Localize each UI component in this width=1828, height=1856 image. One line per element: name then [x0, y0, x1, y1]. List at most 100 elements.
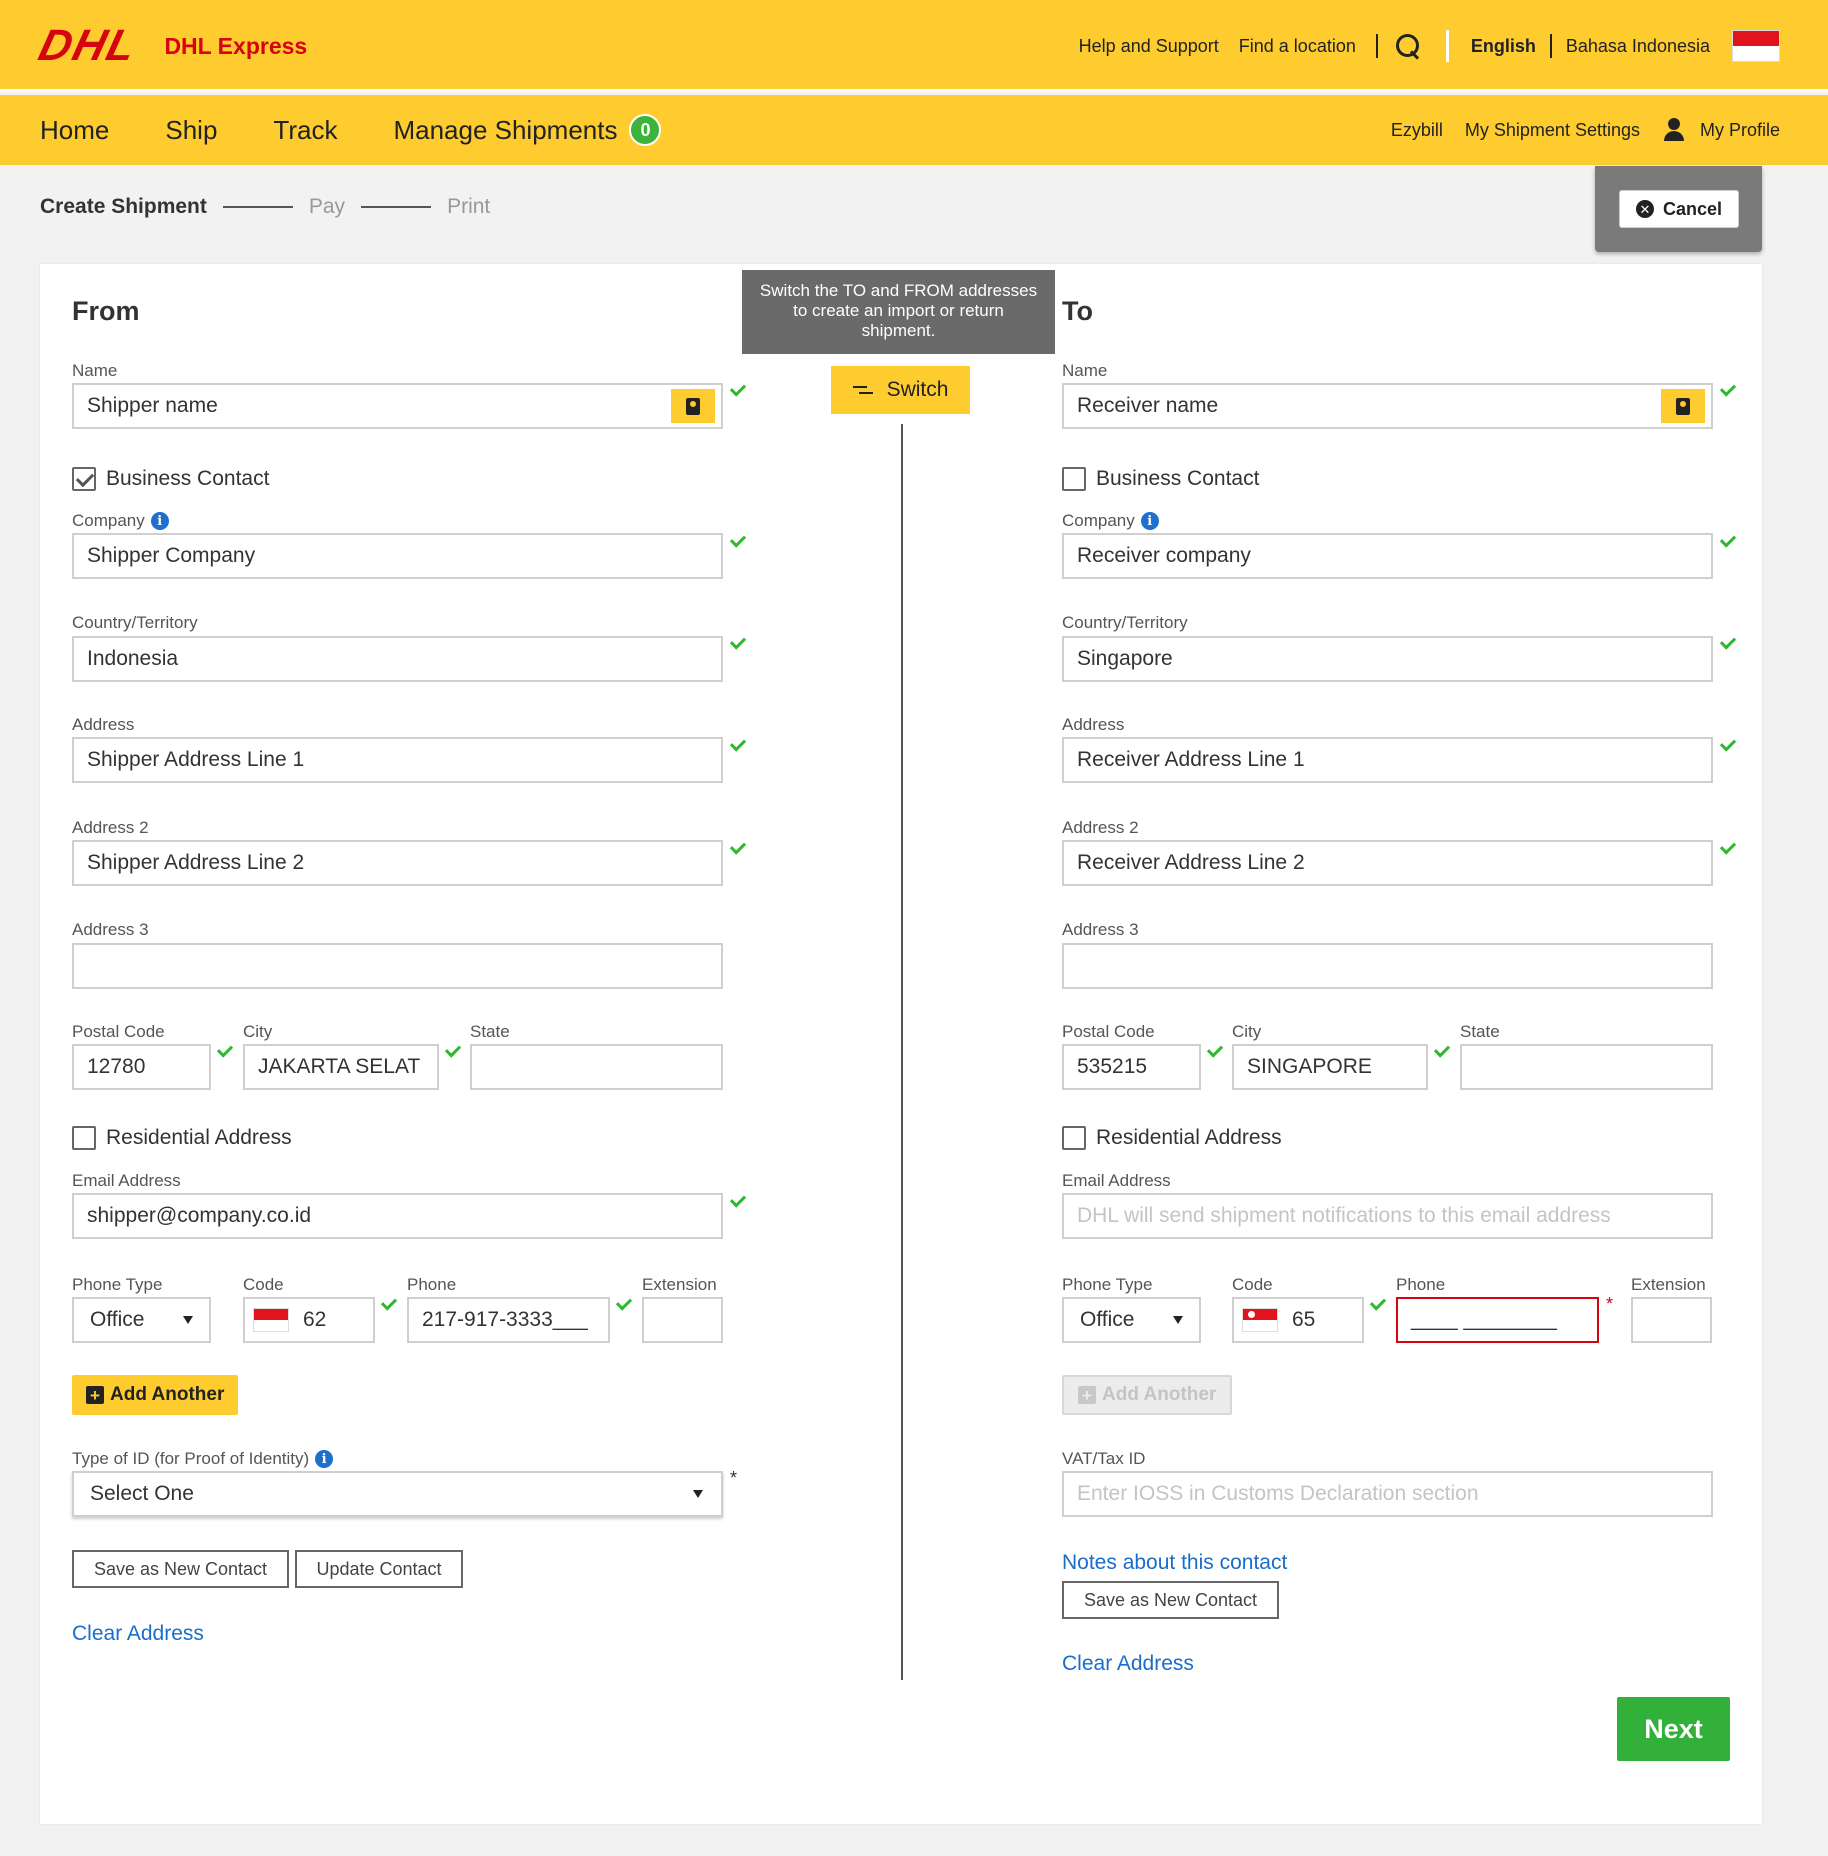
from-residential[interactable]: Residential Address [72, 1126, 292, 1150]
to-code-input[interactable]: 65 [1232, 1297, 1364, 1343]
to-postal-input[interactable]: 535215 [1062, 1044, 1201, 1090]
to-add-another-button[interactable]: + Add Another [1062, 1375, 1233, 1415]
cancel-panel: ✕ Cancel [1595, 166, 1762, 252]
from-name-input[interactable]: Shipper name [72, 383, 723, 429]
from-country-input[interactable]: Indonesia [72, 636, 723, 682]
from-address1-input[interactable]: Shipper Address Line 1 [72, 737, 723, 783]
from-phone-label: Phone [407, 1275, 457, 1294]
from-clear-address-link[interactable]: Clear Address [72, 1622, 204, 1646]
from-business-contact[interactable]: Business Contact [72, 467, 269, 491]
switch-label: Switch [886, 378, 949, 401]
from-id-type-select[interactable]: Select One [72, 1471, 723, 1517]
to-state-input[interactable] [1460, 1044, 1713, 1090]
chevron-down-icon [693, 1490, 703, 1498]
from-extension-input[interactable] [642, 1297, 723, 1343]
from-company-label: Company i [72, 511, 169, 531]
from-address3-label: Address 3 [72, 920, 149, 939]
to-save-new-contact-button[interactable]: Save as New Contact [1062, 1581, 1279, 1619]
nav-manage-label: Manage Shipments [393, 114, 618, 145]
from-extension-label: Extension [642, 1275, 717, 1294]
from-phone-type-select[interactable]: Office [72, 1297, 211, 1343]
to-vat-input[interactable]: Enter IOSS in Customs Declaration sectio… [1062, 1471, 1713, 1517]
from-phone-input[interactable]: 217-917-3333___ [407, 1297, 610, 1343]
add-another-label: Add Another [110, 1384, 225, 1405]
residential-label: Residential Address [1096, 1126, 1282, 1149]
step-create-shipment: Create Shipment [40, 195, 207, 218]
business-contact-label: Business Contact [1096, 467, 1260, 490]
from-address2-input[interactable]: Shipper Address Line 2 [72, 840, 723, 886]
to-phone-label: Phone [1396, 1275, 1446, 1294]
to-business-contact[interactable]: Business Contact [1062, 467, 1259, 491]
my-profile-label: My Profile [1699, 119, 1780, 140]
add-another-label: Add Another [1102, 1384, 1217, 1405]
to-business-contact-checkbox[interactable] [1062, 467, 1086, 491]
to-name-input[interactable]: Receiver name [1062, 383, 1713, 429]
to-company-input[interactable]: Receiver company [1062, 533, 1713, 579]
to-address3-input[interactable] [1062, 943, 1713, 989]
from-save-new-contact-button[interactable]: Save as New Contact [72, 1550, 289, 1588]
nav-ezybill[interactable]: Ezybill [1391, 120, 1443, 141]
to-vat-label: VAT/Tax ID [1062, 1449, 1146, 1468]
cancel-button[interactable]: ✕ Cancel [1619, 190, 1739, 228]
info-icon[interactable]: i [315, 1450, 334, 1468]
from-code-input[interactable]: 62 [243, 1297, 375, 1343]
search-icon[interactable] [1394, 32, 1422, 60]
find-location-link[interactable]: Find a location [1239, 36, 1356, 57]
to-phone-type-select[interactable]: Office [1062, 1297, 1201, 1343]
from-state-label: State [470, 1022, 510, 1041]
address-book-icon[interactable] [671, 389, 715, 423]
nav-ship[interactable]: Ship [165, 115, 217, 146]
top-header: DHL DHL Express Help and Support Find a … [0, 0, 1828, 92]
to-address1-input[interactable]: Receiver Address Line 1 [1062, 737, 1713, 783]
to-phone-input[interactable]: ____ ________ [1396, 1297, 1599, 1343]
from-name-value: Shipper name [87, 394, 218, 417]
dhl-logo[interactable]: DHL DHL Express [34, 21, 307, 70]
to-residential[interactable]: Residential Address [1062, 1126, 1282, 1150]
business-contact-label: Business Contact [106, 467, 270, 490]
from-city-input[interactable]: JAKARTA SELAT [243, 1044, 439, 1090]
singapore-flag-icon [1242, 1308, 1278, 1332]
from-postal-input[interactable]: 12780 [72, 1044, 211, 1090]
from-address3-input[interactable] [72, 943, 723, 989]
to-city-input[interactable]: SINGAPORE [1232, 1044, 1428, 1090]
from-address-label: Address [72, 715, 135, 734]
from-state-input[interactable] [470, 1044, 723, 1090]
language-bahasa[interactable]: Bahasa Indonesia [1566, 36, 1710, 57]
from-address2-label: Address 2 [72, 818, 149, 837]
nav-my-profile[interactable]: My Profile [1662, 118, 1780, 142]
language-english[interactable]: English [1471, 36, 1536, 57]
to-email-input[interactable]: DHL will send shipment notifications to … [1062, 1193, 1713, 1239]
to-extension-label: Extension [1631, 1275, 1706, 1294]
switch-button[interactable]: Switch [831, 366, 970, 414]
next-button[interactable]: Next [1617, 1697, 1730, 1761]
indonesia-flag-icon[interactable] [1732, 30, 1780, 62]
nav-home[interactable]: Home [40, 115, 109, 146]
to-address2-input[interactable]: Receiver Address Line 2 [1062, 840, 1713, 886]
to-notes-link[interactable]: Notes about this contact [1062, 1551, 1287, 1575]
help-support-link[interactable]: Help and Support [1079, 36, 1219, 57]
from-id-type-value: Select One [90, 1482, 194, 1505]
address-book-icon[interactable] [1661, 389, 1705, 423]
nav-manage-shipments[interactable]: Manage Shipments 0 [393, 114, 662, 146]
close-circle-icon: ✕ [1635, 200, 1654, 218]
plus-icon: + [1078, 1386, 1096, 1404]
info-icon[interactable]: i [1140, 512, 1159, 530]
to-country-input[interactable]: Singapore [1062, 636, 1713, 682]
to-country-label: Country/Territory [1062, 613, 1188, 632]
info-icon[interactable]: i [150, 512, 169, 530]
required-asterisk: * [1606, 1294, 1614, 1314]
from-add-another-button[interactable]: + Add Another [72, 1375, 239, 1415]
from-email-input[interactable]: shipper@company.co.id [72, 1193, 723, 1239]
nav-track[interactable]: Track [273, 115, 337, 146]
company-label-text: Company [72, 511, 145, 530]
to-name-value: Receiver name [1077, 394, 1219, 417]
nav-shipment-settings[interactable]: My Shipment Settings [1465, 120, 1640, 141]
from-residential-checkbox[interactable] [72, 1126, 96, 1150]
to-clear-address-link[interactable]: Clear Address [1062, 1652, 1194, 1676]
to-email-label: Email Address [1062, 1171, 1171, 1190]
from-update-contact-button[interactable]: Update Contact [295, 1550, 463, 1588]
from-company-input[interactable]: Shipper Company [72, 533, 723, 579]
from-business-contact-checkbox[interactable] [72, 467, 96, 491]
to-extension-input[interactable] [1631, 1297, 1712, 1343]
to-residential-checkbox[interactable] [1062, 1126, 1086, 1150]
